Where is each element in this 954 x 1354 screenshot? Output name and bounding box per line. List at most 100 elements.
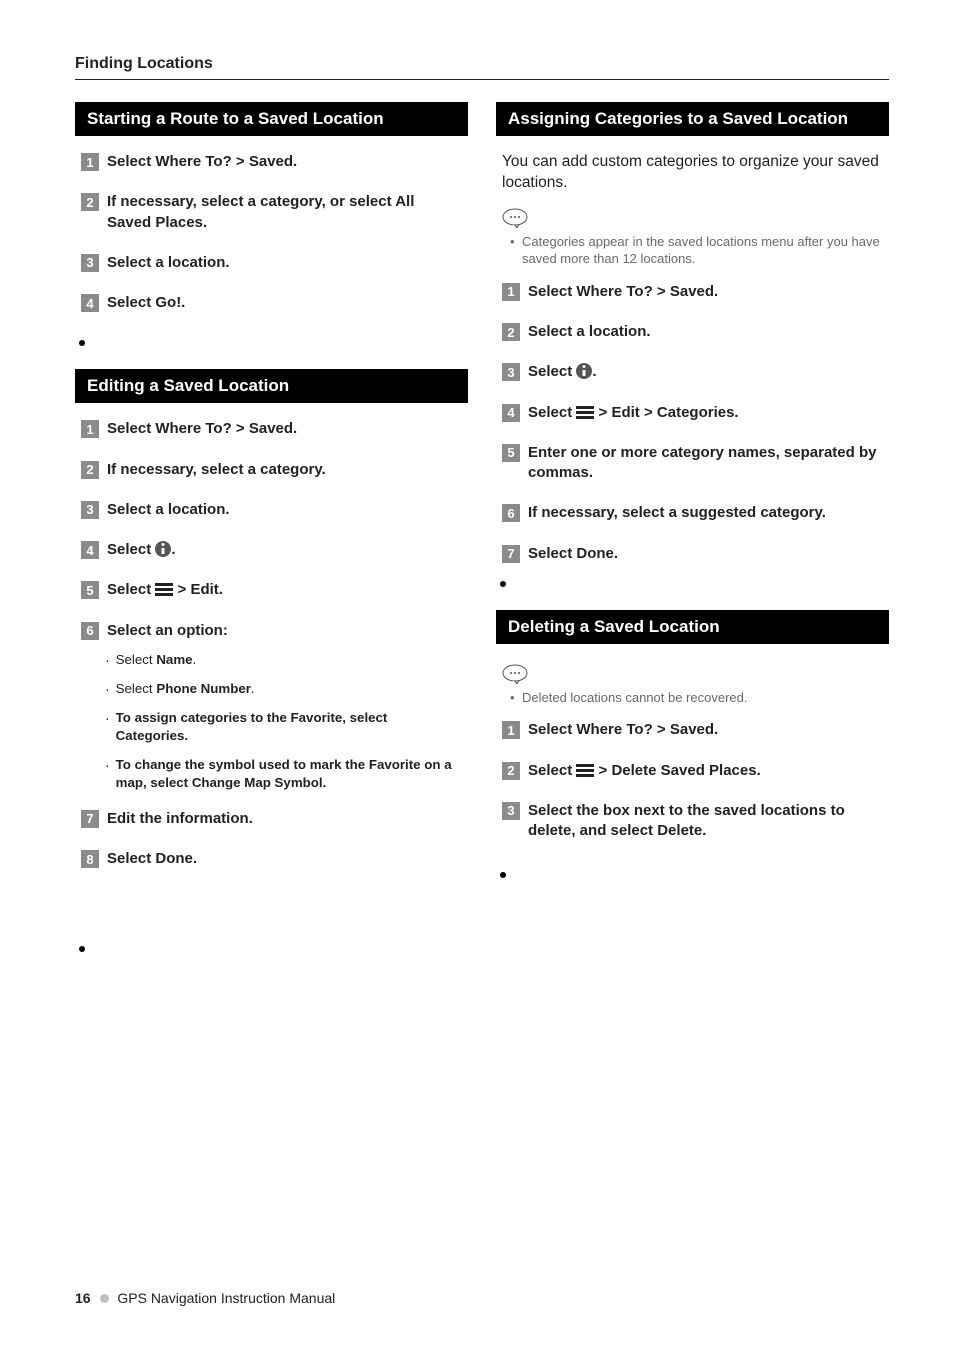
option-text: Select Phone Number. (116, 680, 255, 699)
page-footer: 16 GPS Navigation Instruction Manual (75, 1290, 335, 1306)
step: 3 Select a location. (81, 500, 462, 520)
header-rule (75, 79, 889, 80)
bullet-dot-icon: · (105, 680, 110, 699)
step-text: Select Done. (528, 544, 618, 564)
option-item: · Select Phone Number. (105, 680, 462, 699)
step: 1 Select Where To? > Saved. (502, 282, 883, 302)
note-balloon-icon (502, 664, 528, 682)
step-text-suffix: > Edit. (173, 581, 223, 598)
step-number-icon: 2 (81, 193, 99, 211)
option-text: To change the symbol used to mark the Fa… (116, 756, 462, 793)
step-text-prefix: Select (107, 541, 155, 558)
section-end-marker (500, 574, 889, 592)
opt-pre: Select (116, 652, 157, 667)
step: 2 If necessary, select a category, or se… (81, 192, 462, 233)
opt-post: . (251, 681, 255, 696)
step: 6 Select an option: (81, 621, 462, 641)
step: 1 Select Where To? > Saved. (81, 419, 462, 439)
section-title-starting-route: Starting a Route to a Saved Location (75, 102, 468, 136)
opt-bold: Phone Number (156, 681, 251, 696)
section-title-assigning-categories: Assigning Categories to a Saved Location (496, 102, 889, 136)
step-number-icon: 3 (502, 363, 520, 381)
left-column: Starting a Route to a Saved Location 1 S… (75, 102, 468, 975)
info-icon (576, 363, 592, 379)
step-number-icon: 1 (81, 420, 99, 438)
note-list: Deleted locations cannot be recovered. (496, 689, 889, 707)
step-number-icon: 1 (502, 721, 520, 739)
step: 3 Select . (502, 362, 883, 382)
step: 5 Select > Edit. (81, 580, 462, 600)
step: 8 Select Done. (81, 849, 462, 869)
step-text-suffix: > Delete Saved Places. (594, 762, 760, 779)
step: 7 Select Done. (502, 544, 883, 564)
step-text: If necessary, select a suggested categor… (528, 503, 826, 523)
right-column: Assigning Categories to a Saved Location… (496, 102, 889, 975)
step: 3 Select a location. (81, 253, 462, 273)
step-text: Select an option: (107, 621, 228, 641)
step-text-suffix: . (592, 363, 596, 380)
content-columns: Starting a Route to a Saved Location 1 S… (75, 102, 889, 975)
step: 6 If necessary, select a suggested categ… (502, 503, 883, 523)
step-text: Select > Edit. (107, 580, 223, 600)
option-text: To assign categories to the Favorite, se… (116, 709, 462, 746)
step-number-icon: 6 (502, 504, 520, 522)
step-text-suffix: . (171, 541, 175, 558)
step-text: Select Where To? > Saved. (528, 720, 718, 740)
step: 1 Select Where To? > Saved. (502, 720, 883, 740)
opt-bold: Categories (116, 728, 185, 743)
step-text-prefix: Select (107, 581, 155, 598)
menu-icon (576, 406, 594, 419)
opt-post: . (184, 728, 188, 743)
section-end-marker (79, 333, 468, 351)
note-item: Deleted locations cannot be recovered. (514, 689, 889, 707)
step-number-icon: 2 (502, 323, 520, 341)
step-number-icon: 5 (81, 581, 99, 599)
step-text: Select Go!. (107, 293, 185, 313)
step-number-icon: 1 (81, 153, 99, 171)
menu-icon (155, 583, 173, 596)
step: 1 Select Where To? > Saved. (81, 152, 462, 172)
step-number-icon: 7 (502, 545, 520, 563)
step-text: If necessary, select a category. (107, 460, 326, 480)
step: 2 If necessary, select a category. (81, 460, 462, 480)
step: 4 Select Go!. (81, 293, 462, 313)
step-text: Enter one or more category names, separa… (528, 443, 883, 484)
step-text: Select Done. (107, 849, 197, 869)
step-number-icon: 4 (81, 541, 99, 559)
section-title-editing-saved: Editing a Saved Location (75, 369, 468, 403)
step-number-icon: 4 (81, 294, 99, 312)
step: 7 Edit the information. (81, 809, 462, 829)
section-title-deleting-saved: Deleting a Saved Location (496, 610, 889, 644)
step-text-prefix: Select (528, 363, 576, 380)
footer-dot-icon (100, 1294, 109, 1303)
option-item: · Select Name. (105, 651, 462, 670)
opt-post: . (193, 652, 197, 667)
step-number-icon: 2 (81, 461, 99, 479)
step: 5 Enter one or more category names, sepa… (502, 443, 883, 484)
opt-pre: To assign categories to the Favorite, se… (116, 710, 388, 725)
bullet-dot-icon: · (105, 756, 110, 775)
step-number-icon: 3 (81, 254, 99, 272)
step-text: Select a location. (107, 253, 230, 273)
page-header: Finding Locations (75, 55, 889, 73)
step-number-icon: 2 (502, 762, 520, 780)
opt-bold: Change Map Symbol (192, 775, 323, 790)
option-text: Select Name. (116, 651, 197, 670)
step-text-suffix: > Edit > Categories. (594, 404, 738, 421)
step: 2 Select a location. (502, 322, 883, 342)
step-text: Select the box next to the saved locatio… (528, 801, 883, 842)
step: 4 Select . (81, 540, 462, 560)
step-number-icon: 3 (81, 501, 99, 519)
step-number-icon: 1 (502, 283, 520, 301)
step-text: Select > Edit > Categories. (528, 403, 739, 423)
step-text: Select . (107, 540, 176, 560)
step-text: Select Where To? > Saved. (107, 419, 297, 439)
note-list: Categories appear in the saved locations… (496, 233, 889, 268)
section-end-marker (79, 939, 468, 957)
step-text: Select a location. (107, 500, 230, 520)
option-item: · To assign categories to the Favorite, … (105, 709, 462, 746)
step-text: Select a location. (528, 322, 651, 342)
step-text-prefix: Select (528, 404, 576, 421)
step-number-icon: 7 (81, 810, 99, 828)
step: 2 Select > Delete Saved Places. (502, 761, 883, 781)
